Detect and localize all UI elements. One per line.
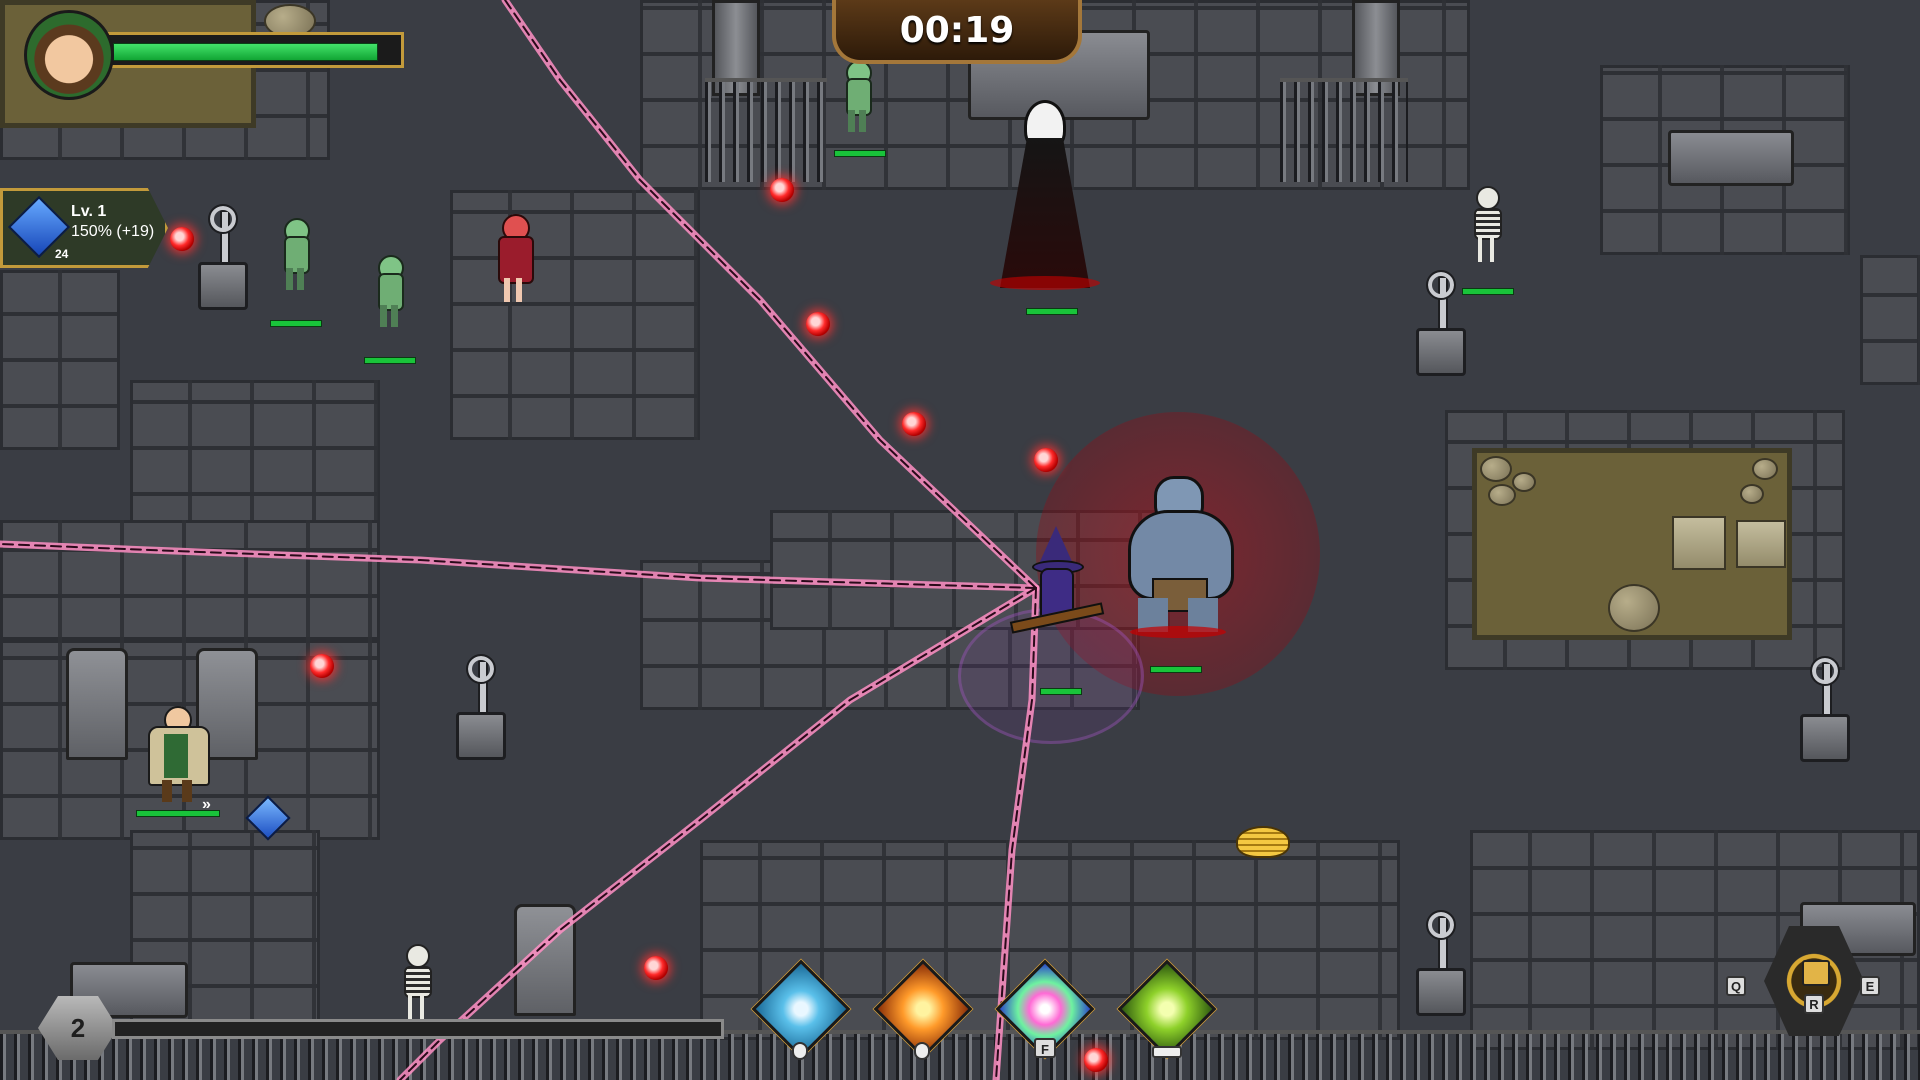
zombie-enemy xyxy=(270,218,320,302)
gem-count-label: 24 xyxy=(55,247,69,261)
zombie-enemy xyxy=(364,255,414,339)
enemy-health-bar xyxy=(1150,666,1202,673)
red-orb-projectile xyxy=(902,412,926,436)
enemy-health-bar xyxy=(270,320,322,327)
player-health-bar-frame xyxy=(100,32,404,68)
weapon-stat-label: 150% (+19) xyxy=(71,223,155,240)
experience-bar xyxy=(112,1019,724,1039)
red-orb-projectile xyxy=(170,227,194,251)
enemy-health-bar xyxy=(1462,288,1514,295)
gold-coin-pile-pickup[interactable] xyxy=(1236,826,1290,858)
zombie-enemy xyxy=(832,60,882,144)
ranger-ally-character xyxy=(144,706,210,802)
survival-timer: 00:19 xyxy=(832,0,1082,64)
player-portrait-avatar xyxy=(24,10,114,100)
swap-right-key[interactable]: E xyxy=(1860,976,1880,996)
timer-text: 00:19 xyxy=(899,9,1015,51)
red-orb-projectile xyxy=(770,178,794,202)
red-orb-projectile xyxy=(644,956,668,980)
reaper-boss-enemy xyxy=(990,100,1100,290)
mouse-right-icon xyxy=(914,1042,930,1060)
lock-key[interactable]: R xyxy=(1804,994,1824,1014)
graveyard-map: » xyxy=(0,0,1920,1080)
lightning-chain xyxy=(501,0,1040,592)
skill-hotkey: F xyxy=(1034,1038,1056,1058)
red-orb-projectile xyxy=(806,312,830,336)
weapon-level-panel: Lv. 1 150% (+19) 24 xyxy=(0,188,168,268)
vampire-enemy xyxy=(490,214,538,304)
witch-player-character xyxy=(1009,526,1105,636)
mouse-left-icon xyxy=(792,1042,808,1060)
skill-slot-rainbow-orb[interactable]: F xyxy=(994,958,1096,1060)
player-level-text: 2 xyxy=(70,1012,86,1043)
skeleton-enemy xyxy=(1462,186,1510,270)
swap-left-key[interactable]: Q xyxy=(1726,976,1746,996)
enemy-health-bar xyxy=(834,150,886,157)
lock-icon xyxy=(1802,960,1830,986)
red-orb-projectile xyxy=(1034,448,1058,472)
dash-skill-icon xyxy=(1117,959,1217,1059)
double-chevron-icon: » xyxy=(202,796,211,813)
enemy-health-bar xyxy=(1026,308,1078,315)
skill-slot-whirlwind[interactable] xyxy=(750,958,852,1060)
skill-slot-fire-burst[interactable] xyxy=(872,958,974,1060)
player-health-fill xyxy=(113,43,379,61)
red-orb-projectile xyxy=(310,654,334,678)
game-viewport[interactable]: » 00:19 Lv. 1 150% (+19) 24 2 F Q E R xyxy=(0,0,1920,1080)
weapon-level-label: Lv. 1 xyxy=(71,203,107,220)
weapon-swap-wheel[interactable]: Q E R xyxy=(1718,920,1888,1050)
ogre-enemy xyxy=(1118,468,1238,638)
player-health-bar xyxy=(1040,688,1082,695)
skeleton-enemy xyxy=(392,944,440,1028)
enemy-health-bar xyxy=(364,357,416,364)
spacebar-icon xyxy=(1152,1046,1182,1058)
skill-slot-dash[interactable] xyxy=(1116,958,1218,1060)
lightning-chains xyxy=(0,0,1040,1080)
